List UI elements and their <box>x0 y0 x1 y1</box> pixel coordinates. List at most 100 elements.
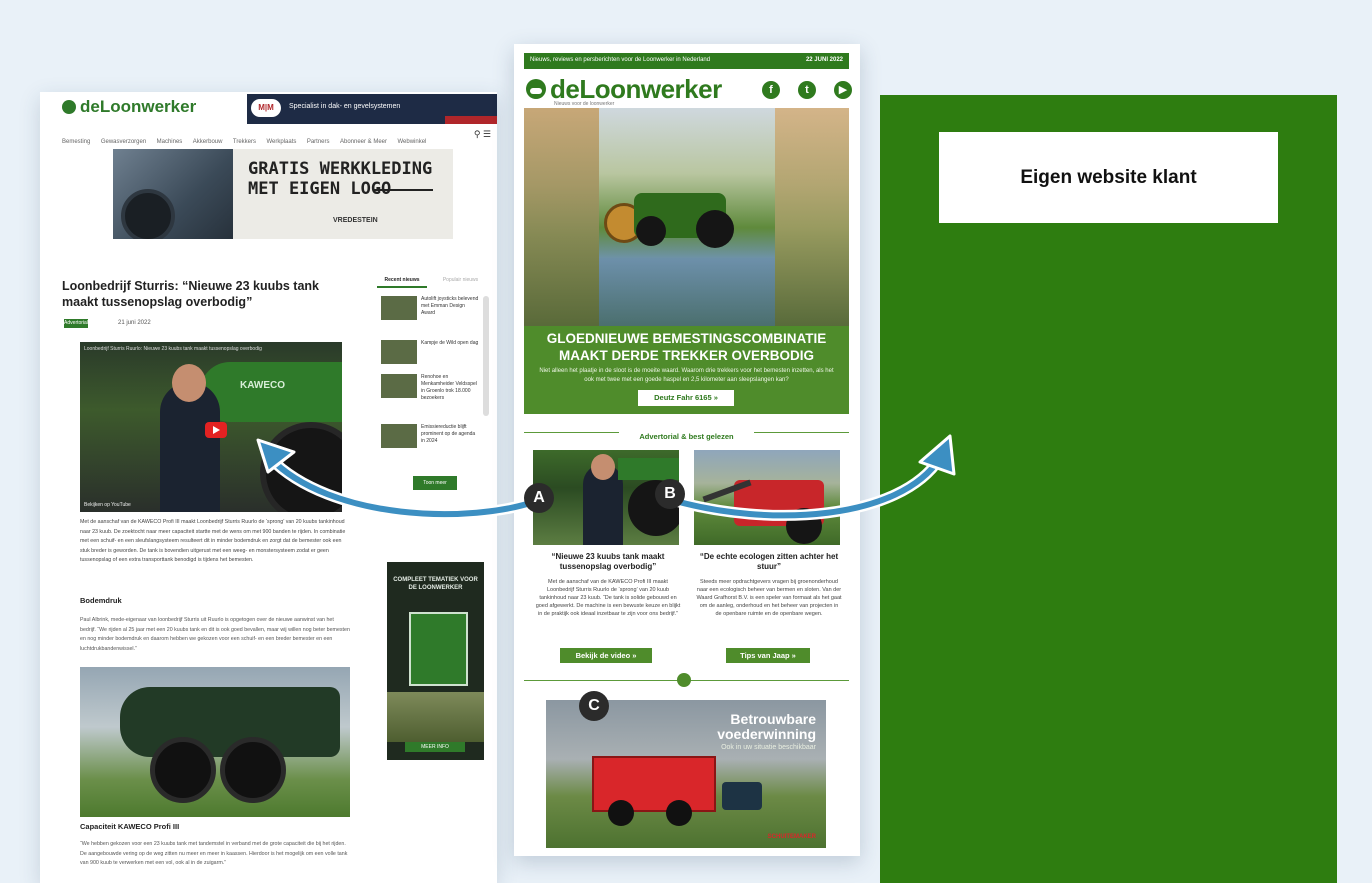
section-header: Advertorial & best gelezen <box>524 426 849 441</box>
ad-logo: M|M <box>251 99 281 117</box>
hero-blur-right <box>774 108 849 326</box>
ad-subheading: Ook in uw situatie beschikbaar <box>721 744 816 751</box>
banner-wheel <box>121 189 175 239</box>
werkkleding-banner-ad[interactable]: GRATIS WERKKLEDING MET EIGEN LOGO VREDES… <box>113 149 453 239</box>
video-person-head <box>172 364 206 402</box>
news-title: Renohoe en Menkamheider Veldsspel in Gro… <box>421 374 477 401</box>
article-paragraph: Paul Albrink, mede-eigenaar van loonbedr… <box>80 617 350 652</box>
voederwinning-banner-ad[interactable]: Betrouwbare voederwinning Ook in uw situ… <box>546 700 826 848</box>
video-wheel <box>260 422 342 512</box>
watch-video-button[interactable]: Bekijk de video » <box>560 648 652 663</box>
nav-item[interactable]: Partners <box>307 139 330 145</box>
nav-icons: ⚲ ☰ <box>474 129 491 140</box>
sidebar-scrollbar[interactable] <box>483 296 489 416</box>
youtube-icon[interactable]: ▶ <box>834 81 852 99</box>
side-ad-heading: COMPLEET TEMATIEK VOOR DE LOONWERKER <box>393 577 478 591</box>
badge-c: C <box>579 691 609 721</box>
article-date: 21 juni 2022 <box>118 320 151 326</box>
nav-item[interactable]: Webwinkel <box>397 139 426 145</box>
hero-water <box>599 258 775 326</box>
newsletter-mockup: Nieuws, reviews en persberichten voor de… <box>514 44 860 856</box>
ad-wheel <box>666 800 692 826</box>
video-tank-label: KAWECO <box>240 380 285 391</box>
website-logo[interactable]: deLoonwerker <box>80 97 196 117</box>
hero-title-line2: MAAKT DERDE TREKKER OVERBODIG <box>558 348 814 363</box>
hero-tractor-wheel <box>696 210 734 248</box>
article-photo <box>80 667 350 817</box>
badge-b: B <box>655 479 685 509</box>
facebook-icon[interactable]: f <box>762 81 780 99</box>
card-title[interactable]: “De echte ecologen zitten achter het stu… <box>694 552 844 572</box>
search-icon[interactable]: ⚲ <box>474 129 481 139</box>
customer-website-panel: Eigen website klant <box>880 95 1337 883</box>
sidebar-news-item[interactable]: Kampje de Wild open dag <box>381 340 481 370</box>
photo-wheel <box>150 737 216 803</box>
card-image[interactable] <box>694 450 840 545</box>
newsletter-date: 22 JUNI 2022 <box>805 57 843 63</box>
nav-item[interactable]: Akkerbouw <box>193 139 223 145</box>
website-article-mockup: deLoonwerker M|M Specialist in dak- en g… <box>40 92 497 883</box>
ad-heading-line1: Betrouwbare <box>730 711 816 727</box>
website-nav: Bemesting Gewasverzorgen Machines Akkerb… <box>62 130 482 145</box>
article-video[interactable]: KAWECO Loonbedrijf Sturris Ruurlo: Nieuw… <box>80 342 342 512</box>
nav-item[interactable]: Gewasverzorgen <box>101 139 146 145</box>
card-title[interactable]: “Nieuwe 23 kuubs tank maakt tussenopslag… <box>533 552 683 572</box>
nav-item[interactable]: Trekkers <box>233 139 256 145</box>
newsletter-topbar: Nieuws, reviews en persberichten voor de… <box>524 53 849 69</box>
article-subheading: Capaciteit KAWECO Profi III <box>80 822 180 831</box>
card-text: Met de aanschaf van de KAWECO Profi III … <box>535 579 681 617</box>
hero-title: GLOEDNIEUWE BEMESTINGSCOMBINATIE MAAKT D… <box>524 330 849 364</box>
hero-title-line1: GLOEDNIEUWE BEMESTINGSCOMBINATIE <box>546 331 827 346</box>
video-tank <box>200 362 342 422</box>
news-title: Emissiereductie blijft prominent op de a… <box>421 424 476 444</box>
article-tag[interactable]: Advertorial <box>64 319 88 328</box>
tips-button[interactable]: Tips van Jaap » <box>726 648 810 663</box>
section-rule <box>524 432 619 433</box>
youtube-link[interactable]: Bekijken op YouTube <box>84 502 131 508</box>
nav-item[interactable]: Bemesting <box>62 139 90 145</box>
twitter-icon[interactable]: t <box>798 81 816 99</box>
ad-heading-line2: voederwinning <box>717 726 816 742</box>
tab-recent-news[interactable]: Recent nieuws <box>377 274 427 288</box>
banner-headline-line1: GRATIS WERKKLEDING <box>248 159 433 179</box>
nav-item[interactable]: Machines <box>157 139 183 145</box>
customer-website-label: Eigen website klant <box>1020 167 1197 188</box>
ad-tractor <box>722 782 762 810</box>
sidebar-news-item[interactable]: Emissiereductie blijft prominent op de a… <box>381 424 481 454</box>
banner-rule <box>373 189 433 191</box>
show-more-button[interactable]: Toon meer <box>413 476 457 490</box>
hero-button[interactable]: Deutz Fahr 6165 » <box>638 390 734 406</box>
newsletter-tagline: Nieuws voor de loonwerker <box>554 101 615 107</box>
news-thumb <box>381 424 417 448</box>
card-person-head <box>591 454 615 480</box>
video-title: Loonbedrijf Sturris Ruurlo: Nieuwe 23 ku… <box>84 346 262 352</box>
ad-text: Specialist in dak- en gevelsystemen <box>289 103 401 110</box>
article-paragraph: Met de aanschaf van de KAWECO Profi III … <box>80 519 346 563</box>
news-thumb <box>381 296 417 320</box>
hero-blur-left <box>524 108 599 326</box>
photo-wheel <box>220 737 286 803</box>
top-banner-ad[interactable]: M|M Specialist in dak- en gevelsystemen <box>247 94 497 124</box>
card-text: Steeds meer opdrachtgevers vragen bij gr… <box>696 579 842 617</box>
newsletter-intro: Nieuws, reviews en persberichten voor de… <box>530 57 711 63</box>
side-ad-button[interactable]: MEER INFO <box>405 742 465 752</box>
article-title: Loonbedrijf Sturris: “Nieuwe 23 kuubs ta… <box>62 279 319 309</box>
nav-item[interactable]: Abonneer & Meer <box>340 139 387 145</box>
play-icon[interactable] <box>205 422 227 438</box>
ad-wheel <box>608 800 634 826</box>
hero-image[interactable] <box>524 108 849 326</box>
sidebar-news-item[interactable]: Autolift joysticks belevend met Emman De… <box>381 296 481 326</box>
nav-item[interactable]: Werkplaats <box>266 139 296 145</box>
hero-text: Niet alleen het plaatje in de sloot is d… <box>539 368 834 383</box>
ad-cta[interactable] <box>445 116 497 124</box>
side-ad-field <box>387 692 484 742</box>
news-title: Autolift joysticks belevend met Emman De… <box>421 296 479 316</box>
tab-popular-news[interactable]: Populair nieuws <box>433 274 488 286</box>
logo-tractor-icon <box>526 79 546 99</box>
sidebar-news-item[interactable]: Renohoe en Menkamheider Veldsspel in Gro… <box>381 374 481 404</box>
magazine-side-ad[interactable]: COMPLEET TEMATIEK VOOR DE LOONWERKER MEE… <box>387 562 484 760</box>
tractor-icon <box>677 673 691 687</box>
banner-headline: GRATIS WERKKLEDING MET EIGEN LOGO <box>248 159 432 199</box>
card-tank <box>618 458 679 480</box>
menu-icon[interactable]: ☰ <box>483 129 491 139</box>
